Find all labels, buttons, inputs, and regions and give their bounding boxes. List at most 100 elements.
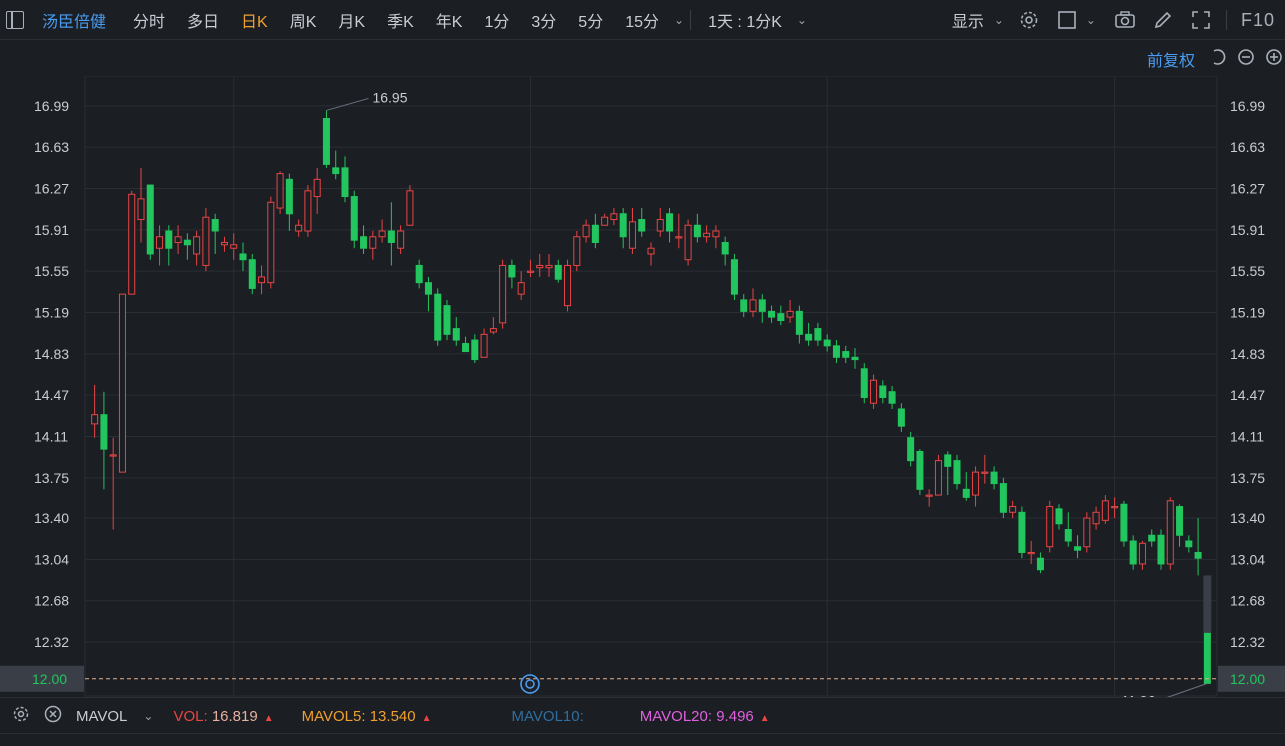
- candle-down: [805, 333, 813, 341]
- y-tick-right: 16.63: [1230, 139, 1265, 155]
- stock-name[interactable]: 汤臣倍健: [42, 8, 106, 32]
- period-tab-6[interactable]: 年K: [425, 8, 474, 32]
- candle-down: [1074, 546, 1082, 551]
- square-icon[interactable]: [1056, 9, 1078, 31]
- candle-down: [1194, 551, 1202, 559]
- candle-down: [350, 196, 358, 241]
- f10-button[interactable]: F10: [1241, 10, 1275, 31]
- period-tab-4[interactable]: 月K: [327, 8, 376, 32]
- candle-down: [897, 408, 905, 427]
- candle-down: [285, 178, 293, 215]
- candle-down: [462, 343, 470, 353]
- chevron-down-icon[interactable]: ⌄: [143, 709, 153, 723]
- period-tab-8[interactable]: 3分: [520, 8, 567, 32]
- period-tab-3[interactable]: 周K: [279, 8, 328, 32]
- candle-up: [925, 494, 933, 497]
- chevron-down-icon[interactable]: ⌄: [674, 13, 684, 27]
- candlestick-chart[interactable]: 16.99 16.99 16.63 16.63 16.27 16.27 15.91 15.91…: [0, 76, 1285, 697]
- candle-up: [972, 471, 980, 496]
- candle-down: [888, 391, 896, 404]
- candle-down: [758, 299, 766, 312]
- candle-down: [842, 351, 850, 358]
- period-tab-2[interactable]: 日K: [230, 8, 279, 32]
- chart-toolbar: 汤臣倍健 分时 多日 日K 周K 月K 季K 年K 1分 3分 5分 15分 ⌄ 1天 : 1分K …: [0, 0, 1285, 40]
- candle-up: [406, 190, 414, 226]
- pencil-icon[interactable]: [1152, 9, 1174, 31]
- candle-down: [721, 241, 729, 255]
- candle-up: [526, 270, 534, 273]
- interval-select[interactable]: 1天 : 1分K: [697, 8, 793, 32]
- volume-panel: [0, 733, 1285, 746]
- sidebar-toggle-icon[interactable]: [6, 10, 24, 29]
- camera-icon[interactable]: [1114, 9, 1136, 31]
- chevron-down-icon[interactable]: ⌄: [1086, 13, 1096, 27]
- period-tab-9[interactable]: 5分: [567, 8, 614, 32]
- gear-icon[interactable]: [10, 705, 32, 728]
- candle-up: [684, 224, 692, 261]
- candle-up: [601, 216, 609, 226]
- y-tick-left: 13.75: [34, 470, 69, 486]
- display-button[interactable]: 显示: [952, 8, 984, 32]
- candle-down: [1120, 503, 1128, 542]
- candle-down: [1148, 534, 1156, 542]
- adjust-select[interactable]: 前复权: [1147, 47, 1195, 71]
- up-triangle-icon: ▲: [759, 712, 770, 724]
- fullscreen-icon[interactable]: [1190, 9, 1212, 31]
- gear-icon[interactable]: [1018, 9, 1040, 31]
- chevron-down-icon[interactable]: ⌄: [994, 13, 1004, 27]
- candle-up: [564, 264, 572, 307]
- candle-up: [536, 264, 544, 269]
- period-tabs: 分时 多日 日K 周K 月K 季K 年K 1分 3分 5分 15分: [122, 8, 670, 32]
- candle-down: [916, 450, 924, 490]
- candle-down: [341, 167, 349, 198]
- candle-down: [693, 224, 701, 238]
- candle-up: [628, 221, 636, 249]
- y-tick-right: 14.11: [1230, 429, 1264, 445]
- last-price-left: 12.00: [32, 671, 67, 687]
- indicator-select[interactable]: MAVOL: [76, 708, 127, 725]
- volume-indicator-bar: MAVOL ⌄ VOL: 16.819 ▲ MAVOL5: 13.540 ▲ MAV…: [0, 697, 1285, 734]
- last-price-right: 12.00: [1230, 671, 1265, 687]
- undo-icon[interactable]: [1209, 48, 1227, 71]
- chevron-down-icon[interactable]: ⌄: [797, 13, 807, 27]
- candle-down: [768, 310, 776, 318]
- candle-up: [1111, 506, 1119, 509]
- candle-down: [1036, 557, 1044, 571]
- candle-down: [591, 224, 599, 243]
- candle-up: [1138, 542, 1146, 565]
- zoom-in-icon[interactable]: [1265, 48, 1283, 71]
- y-tick-right: 12.32: [1230, 634, 1265, 650]
- mavol20-value: 9.496: [716, 707, 754, 725]
- candle-down: [1203, 632, 1211, 684]
- period-tab-10[interactable]: 15分: [614, 8, 670, 32]
- toolbar-divider: [690, 9, 692, 30]
- y-tick-left: 15.91: [34, 222, 69, 238]
- candle-down: [1129, 540, 1137, 565]
- candle-up: [1101, 500, 1109, 521]
- candle-down: [795, 310, 803, 335]
- candle-up: [703, 232, 711, 238]
- candle-down: [851, 356, 859, 361]
- candle-up: [1166, 500, 1174, 565]
- period-tab-1[interactable]: 多日: [176, 8, 230, 32]
- candle-up: [647, 247, 655, 255]
- close-icon[interactable]: [42, 705, 64, 728]
- period-tab-0[interactable]: 分时: [122, 8, 176, 32]
- zoom-out-icon[interactable]: [1237, 48, 1255, 71]
- candle-up: [267, 201, 275, 284]
- candle-down: [990, 471, 998, 485]
- candle-up: [656, 219, 664, 232]
- candle-down: [879, 385, 887, 398]
- candle-up: [369, 236, 377, 249]
- gap-box: [1203, 575, 1212, 633]
- candle-down: [999, 483, 1007, 513]
- candle-down: [814, 328, 822, 341]
- candle-up: [91, 414, 99, 425]
- period-tab-5[interactable]: 季K: [376, 8, 425, 32]
- y-tick-left: 16.27: [34, 181, 69, 197]
- mavol10-label: MAVOL10:: [511, 707, 584, 725]
- period-tab-7[interactable]: 1分: [473, 8, 520, 32]
- candle-down: [471, 339, 479, 361]
- candle-up: [174, 236, 182, 243]
- y-tick-left: 16.99: [34, 98, 69, 114]
